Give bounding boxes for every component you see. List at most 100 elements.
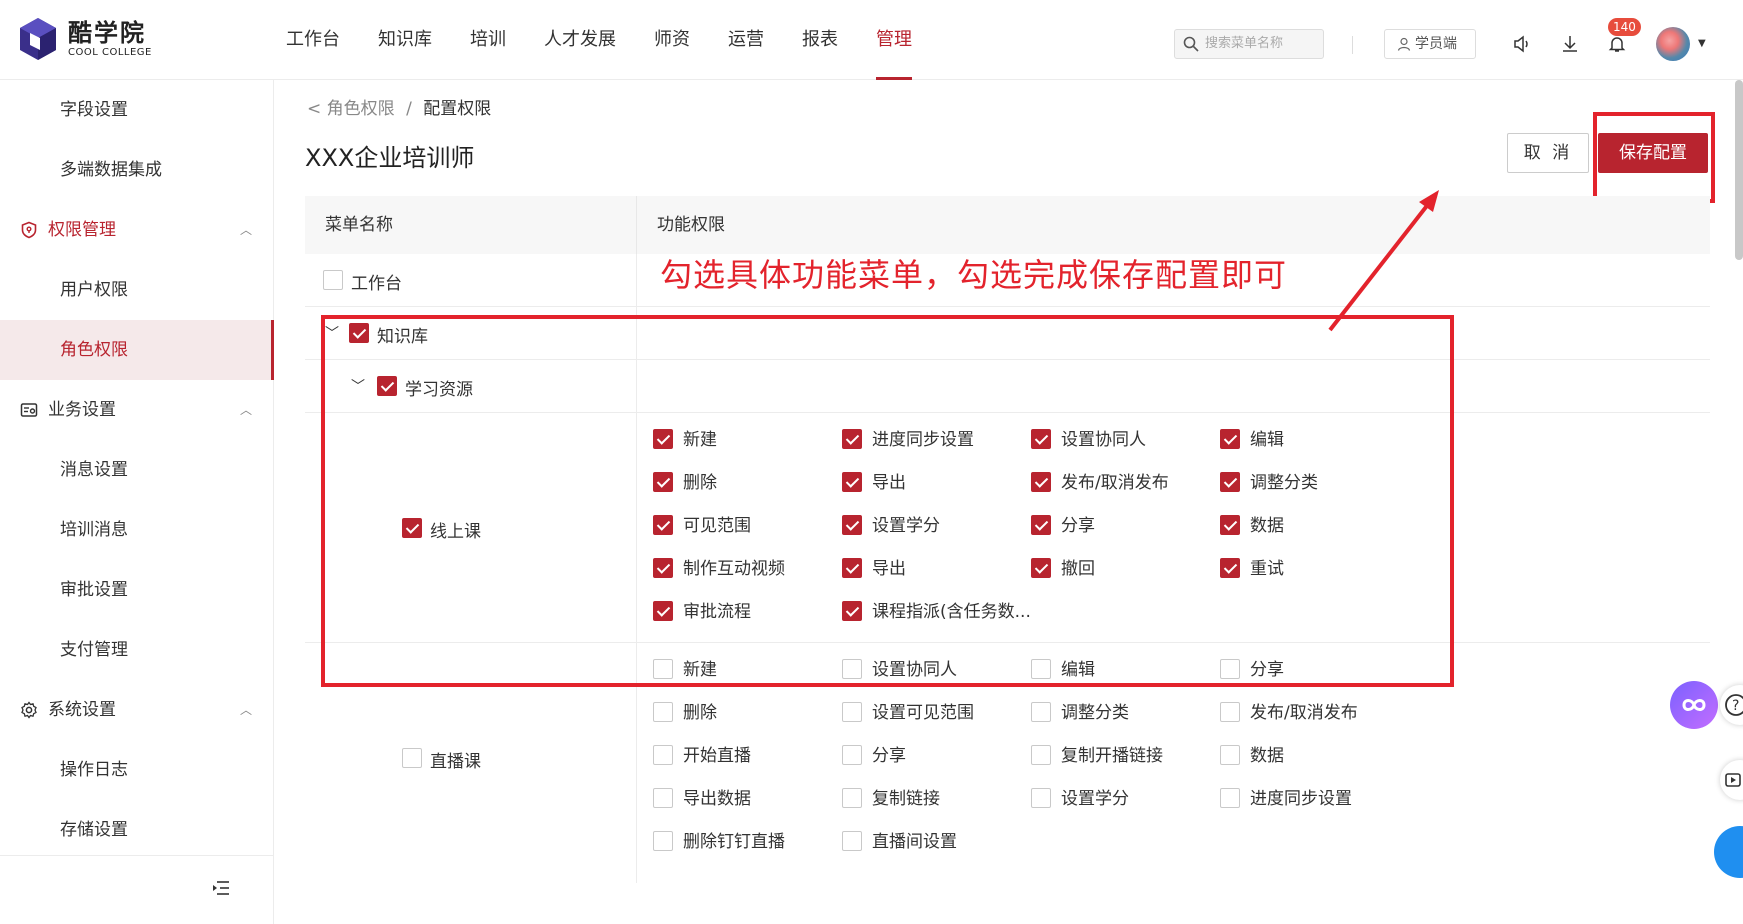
main-nav: 工作台 知识库 培训 人才发展 师资 运营 报表 管理 [286, 0, 950, 80]
sidebar-item-user-permissions[interactable]: 用户权限 [0, 260, 274, 320]
permission-checkbox[interactable] [1031, 744, 1051, 765]
breadcrumb-parent[interactable]: 角色权限 [327, 99, 395, 119]
svg-text:?: ? [1732, 698, 1739, 714]
notification-badge: 140 [1608, 18, 1641, 36]
annotation-text: 勾选具体功能菜单，勾选完成保存配置即可 [660, 256, 1288, 294]
nav-talent[interactable]: 人才发展 [544, 0, 616, 80]
permission-table: 菜单名称 功能权限 工作台 ﹀ 知识库 ﹀ 学习资源 线上课 新建 进度同步设置… [305, 196, 1710, 883]
permission-checkbox[interactable] [1031, 787, 1051, 808]
sidebar-item-payment[interactable]: 支付管理 [0, 620, 274, 680]
nav-reports[interactable]: 报表 [802, 0, 838, 80]
permission-item[interactable]: 开始直播 [653, 744, 751, 768]
nav-teachers[interactable]: 师资 [654, 0, 690, 80]
menu-label-workbench: 工作台 [351, 274, 402, 294]
bell-icon[interactable] [1607, 34, 1627, 54]
sidebar: 字段设置 多端数据集成 权限管理 ︿ 用户权限 角色权限 业务设置 ︿ 消息设置… [0, 80, 274, 924]
help-icon[interactable]: ? [1720, 685, 1743, 725]
permission-checkbox[interactable] [653, 787, 673, 808]
chevron-up-icon: ︿ [240, 403, 253, 417]
permission-item[interactable]: 发布/取消发布 [1220, 701, 1358, 725]
sidebar-item-approval-settings[interactable]: 审批设置 [0, 560, 274, 620]
permission-item[interactable]: 复制开播链接 [1031, 744, 1163, 768]
divider [0, 855, 274, 856]
sidebar-item-role-permissions[interactable]: 角色权限 [0, 320, 274, 380]
video-icon[interactable] [1720, 760, 1743, 800]
sidebar-item-storage[interactable]: 存储设置 [0, 800, 274, 860]
permission-label: 删除钉钉直播 [683, 832, 785, 852]
page-title: XXX企业培训师 [305, 144, 475, 172]
permission-item[interactable]: 导出数据 [653, 787, 751, 811]
permission-item[interactable]: 删除 [653, 701, 717, 725]
permission-label: 设置学分 [1061, 789, 1129, 809]
permission-checkbox[interactable] [653, 744, 673, 765]
top-bar: 酷学院 COOL COLLEGE 工作台 知识库 培训 人才发展 师资 运营 报… [0, 0, 1743, 80]
permission-label: 删除 [683, 703, 717, 723]
permission-item[interactable]: 删除钉钉直播 [653, 830, 785, 854]
permission-item[interactable]: 数据 [1220, 744, 1284, 768]
chevron-left-icon[interactable]: < [307, 99, 327, 119]
collapse-menu-icon[interactable] [212, 880, 230, 896]
permission-item[interactable]: 复制链接 [842, 787, 940, 811]
permission-checkbox[interactable] [1220, 701, 1240, 722]
permission-label: 复制开播链接 [1061, 746, 1163, 766]
sidebar-group-permissions[interactable]: 权限管理 ︿ [0, 200, 274, 260]
sidebar-group-label: 系统设置 [48, 700, 116, 720]
logo[interactable]: 酷学院 COOL COLLEGE [18, 16, 152, 62]
permission-item[interactable]: 进度同步设置 [1220, 787, 1352, 811]
permission-item[interactable]: 设置可见范围 [842, 701, 974, 725]
sidebar-group-label: 权限管理 [48, 220, 116, 240]
shield-icon [21, 221, 37, 239]
permission-checkbox[interactable] [842, 830, 862, 851]
scrollbar[interactable] [1735, 80, 1743, 260]
business-settings-icon [20, 403, 38, 417]
sidebar-group-business[interactable]: 业务设置 ︿ [0, 380, 274, 440]
permission-item[interactable]: 调整分类 [1031, 701, 1129, 725]
cancel-button[interactable]: 取 消 [1507, 133, 1589, 173]
permission-checkbox[interactable] [1031, 701, 1051, 722]
sidebar-item-field-settings[interactable]: 字段设置 [0, 80, 274, 140]
user-icon [1397, 37, 1411, 51]
sidebar-item-training-messages[interactable]: 培训消息 [0, 500, 274, 560]
permission-checkbox[interactable] [1220, 744, 1240, 765]
permission-checkbox[interactable] [653, 701, 673, 722]
search-input[interactable]: 搜索菜单名称 [1174, 29, 1324, 59]
save-config-button[interactable]: 保存配置 [1598, 133, 1708, 173]
permission-checkbox[interactable] [842, 744, 862, 765]
sidebar-item-data-integration[interactable]: 多端数据集成 [0, 140, 274, 200]
student-portal-button[interactable]: 学员端 [1384, 29, 1476, 59]
permission-checkbox[interactable] [842, 787, 862, 808]
checkbox-live-course[interactable] [402, 748, 422, 768]
sidebar-item-operation-log[interactable]: 操作日志 [0, 740, 274, 800]
permission-item[interactable]: 设置学分 [1031, 787, 1129, 811]
highlight-box-annotation [321, 315, 1454, 687]
nav-knowledge[interactable]: 知识库 [378, 0, 432, 80]
permission-label: 数据 [1250, 746, 1284, 766]
permission-label: 设置可见范围 [872, 703, 974, 723]
breadcrumb-separator: / [406, 99, 412, 119]
nav-operations[interactable]: 运营 [728, 0, 764, 80]
sidebar-group-system[interactable]: 系统设置 ︿ [0, 680, 274, 740]
permission-checkbox[interactable] [1220, 787, 1240, 808]
ai-assistant-icon[interactable] [1670, 681, 1718, 729]
permission-label: 进度同步设置 [1250, 789, 1352, 809]
chevron-up-icon: ︿ [240, 223, 253, 237]
chevron-down-icon[interactable]: ▼ [1698, 38, 1706, 49]
divider [1352, 36, 1353, 54]
speaker-icon[interactable] [1512, 34, 1532, 54]
permission-label: 导出数据 [683, 789, 751, 809]
brand-name-en: COOL COLLEGE [68, 47, 152, 58]
sidebar-item-message-settings[interactable]: 消息设置 [0, 440, 274, 500]
nav-training[interactable]: 培训 [470, 0, 506, 80]
permission-item[interactable]: 分享 [842, 744, 906, 768]
download-icon[interactable] [1560, 34, 1580, 54]
permission-item[interactable]: 直播间设置 [842, 830, 957, 854]
permission-checkbox[interactable] [842, 701, 862, 722]
sidebar-group-label: 业务设置 [48, 400, 116, 420]
nav-management[interactable]: 管理 [876, 0, 912, 80]
checkbox-workbench[interactable] [323, 270, 343, 290]
nav-workbench[interactable]: 工作台 [286, 0, 340, 80]
logo-icon [20, 18, 56, 60]
avatar[interactable] [1656, 27, 1690, 61]
permission-label: 复制链接 [872, 789, 940, 809]
permission-checkbox[interactable] [653, 830, 673, 851]
